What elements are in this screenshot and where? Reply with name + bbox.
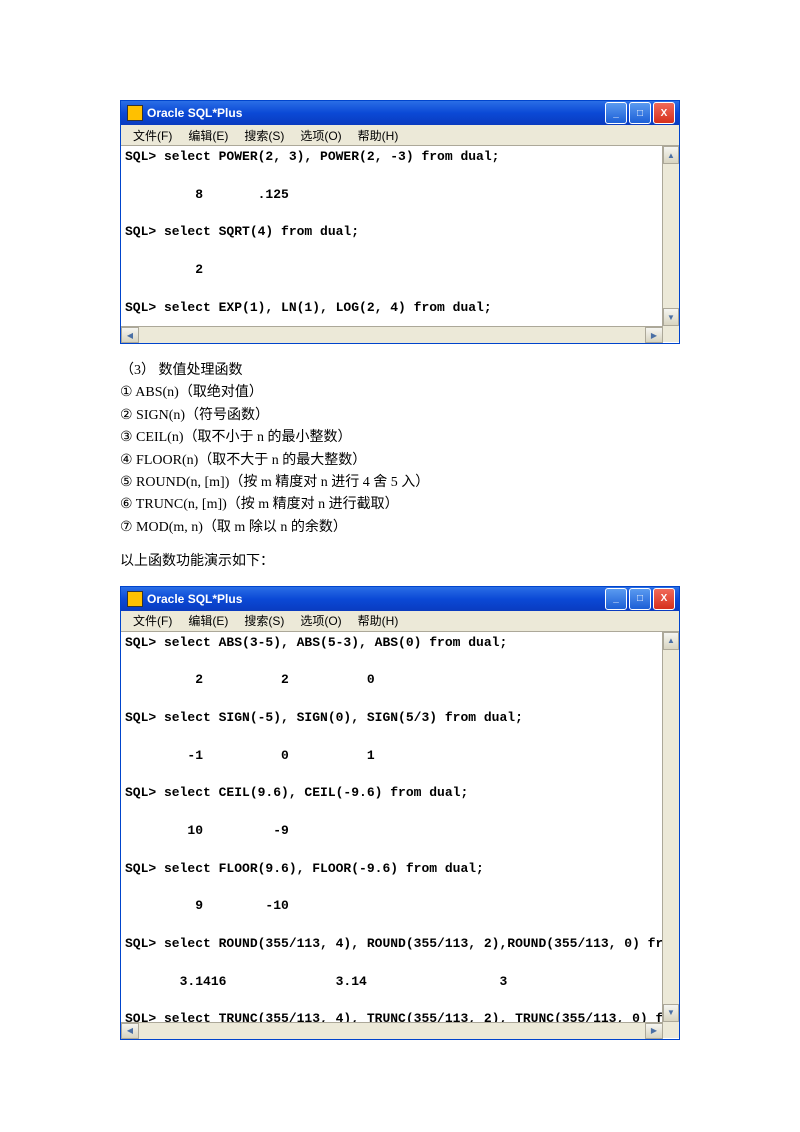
section-text: （3） 数值处理函数 ① ABS(n)（取绝对值） ② SIGN(n)（符号函数… — [120, 360, 680, 539]
menu-edit[interactable]: 编辑(E) — [180, 612, 236, 629]
menubar: 文件(F) 编辑(E) 搜索(S) 选项(O) 帮助(H) — [121, 125, 679, 146]
terminal-area: SQL> select ABS(3-5), ABS(5-3), ABS(0) f… — [121, 632, 679, 1022]
list-item: ② SIGN(n)（符号函数） — [120, 405, 680, 427]
terminal-output[interactable]: SQL> select ABS(3-5), ABS(5-3), ABS(0) f… — [121, 632, 662, 1022]
titlebar-left: Oracle SQL*Plus — [127, 105, 242, 121]
window-controls: _ □ X — [605, 102, 675, 124]
menu-search[interactable]: 搜索(S) — [236, 127, 292, 144]
list-item: ③ CEIL(n)（取不小于 n 的最小整数） — [120, 427, 680, 449]
section-footer: 以上函数功能演示如下： — [120, 551, 680, 573]
maximize-button[interactable]: □ — [629, 102, 651, 124]
scrollbar-horizontal[interactable]: ◀ ▶ — [121, 1022, 663, 1039]
menu-help[interactable]: 帮助(H) — [350, 127, 407, 144]
maximize-button[interactable]: □ — [629, 588, 651, 610]
minimize-button[interactable]: _ — [605, 102, 627, 124]
resize-grip[interactable] — [663, 326, 679, 342]
titlebar-left: Oracle SQL*Plus — [127, 591, 242, 607]
window-controls: _ □ X — [605, 588, 675, 610]
minimize-button[interactable]: _ — [605, 588, 627, 610]
list-item: ④ FLOOR(n)（取不大于 n 的最大整数） — [120, 450, 680, 472]
scrollbar-vertical[interactable]: ▲ ▼ — [662, 632, 679, 1022]
scroll-down-icon[interactable]: ▼ — [663, 308, 679, 326]
scrollbar-vertical[interactable]: ▲ ▼ — [662, 146, 679, 326]
scroll-left-icon[interactable]: ◀ — [121, 327, 139, 343]
menu-file[interactable]: 文件(F) — [125, 612, 180, 629]
list-item: ① ABS(n)（取绝对值） — [120, 382, 680, 404]
menu-options[interactable]: 选项(O) — [292, 612, 349, 629]
scroll-up-icon[interactable]: ▲ — [663, 146, 679, 164]
document-page: Oracle SQL*Plus _ □ X 文件(F) 编辑(E) 搜索(S) … — [0, 0, 800, 1116]
list-item: ⑤ ROUND(n, [m])（按 m 精度对 n 进行 4 舍 5 入） — [120, 472, 680, 494]
titlebar[interactable]: Oracle SQL*Plus _ □ X — [121, 101, 679, 125]
app-icon — [127, 105, 143, 121]
menubar: 文件(F) 编辑(E) 搜索(S) 选项(O) 帮助(H) — [121, 611, 679, 632]
scroll-down-icon[interactable]: ▼ — [663, 1004, 679, 1022]
scrollbar-horizontal[interactable]: ◀ ▶ — [121, 326, 663, 343]
menu-search[interactable]: 搜索(S) — [236, 612, 292, 629]
list-item: ⑦ MOD(m, n)（取 m 除以 n 的余数） — [120, 517, 680, 539]
close-button[interactable]: X — [653, 102, 675, 124]
scroll-right-icon[interactable]: ▶ — [645, 327, 663, 343]
titlebar[interactable]: Oracle SQL*Plus _ □ X — [121, 587, 679, 611]
menu-file[interactable]: 文件(F) — [125, 127, 180, 144]
terminal-area: SQL> select POWER(2, 3), POWER(2, -3) fr… — [121, 146, 679, 326]
sqlplus-window-2: Oracle SQL*Plus _ □ X 文件(F) 编辑(E) 搜索(S) … — [120, 586, 680, 1040]
close-button[interactable]: X — [653, 588, 675, 610]
window-title: Oracle SQL*Plus — [147, 592, 242, 606]
menu-options[interactable]: 选项(O) — [292, 127, 349, 144]
menu-edit[interactable]: 编辑(E) — [180, 127, 236, 144]
window-title: Oracle SQL*Plus — [147, 106, 242, 120]
menu-help[interactable]: 帮助(H) — [350, 612, 407, 629]
resize-grip[interactable] — [663, 1022, 679, 1038]
list-item: ⑥ TRUNC(n, [m])（按 m 精度对 n 进行截取） — [120, 494, 680, 516]
section-heading: （3） 数值处理函数 — [120, 360, 680, 382]
app-icon — [127, 591, 143, 607]
scroll-right-icon[interactable]: ▶ — [645, 1023, 663, 1039]
scroll-left-icon[interactable]: ◀ — [121, 1023, 139, 1039]
sqlplus-window-1: Oracle SQL*Plus _ □ X 文件(F) 编辑(E) 搜索(S) … — [120, 100, 680, 344]
scroll-up-icon[interactable]: ▲ — [663, 632, 679, 650]
terminal-output[interactable]: SQL> select POWER(2, 3), POWER(2, -3) fr… — [121, 146, 662, 326]
